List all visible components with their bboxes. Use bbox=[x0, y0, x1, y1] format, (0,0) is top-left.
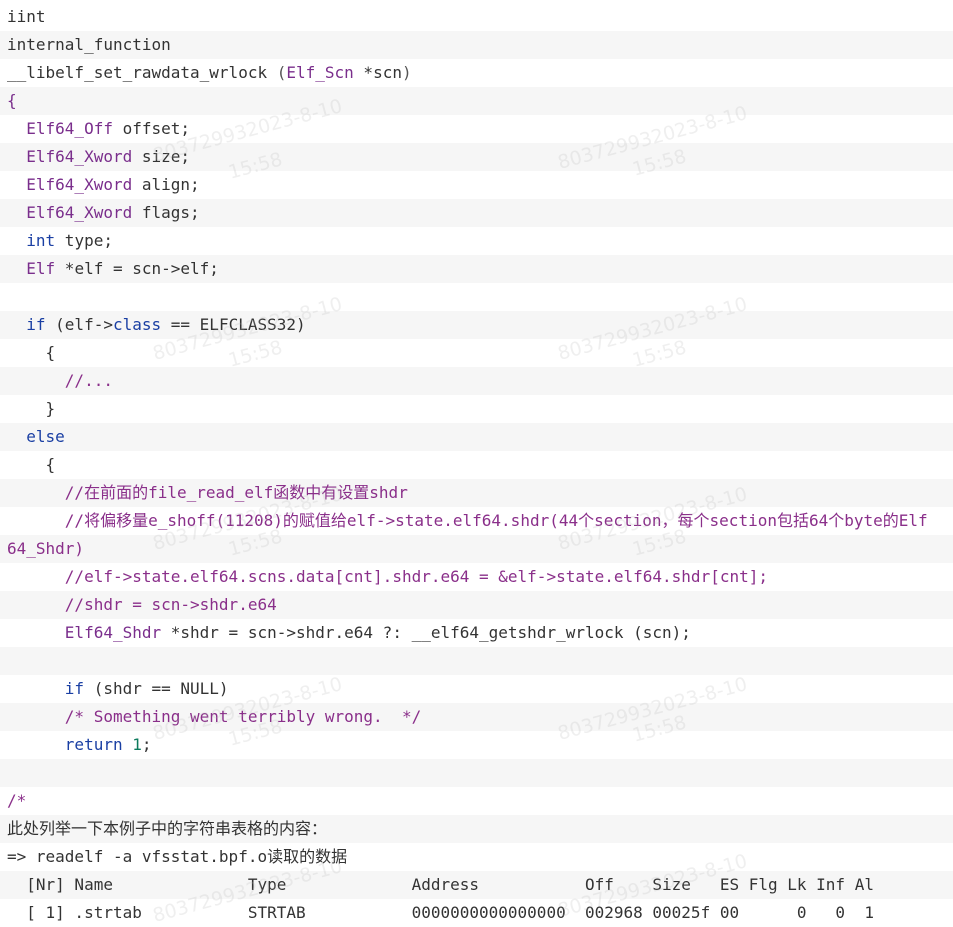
code-line: //将偏移量e_shoff(11208)的赋值给elf->state.elf64… bbox=[0, 507, 953, 535]
code-token: offset; bbox=[112, 119, 191, 138]
code-token: Elf64_Xword bbox=[26, 175, 133, 194]
code-token: internal_function bbox=[7, 35, 171, 54]
code-token: Elf bbox=[26, 259, 56, 278]
code-line: 此处列举一下本例子中的字符串表格的内容： bbox=[0, 815, 953, 843]
code-token: ) bbox=[401, 63, 412, 82]
code-token: else bbox=[26, 427, 65, 446]
code-token: ; bbox=[141, 735, 152, 754]
code-line: { bbox=[0, 87, 953, 115]
code-token: return bbox=[64, 735, 123, 754]
code-token: => readelf -a vfsstat.bpf.o读取的数据 bbox=[7, 847, 348, 866]
code-token: *shdr = scn->shdr.e64 ?: __elf64_getshdr… bbox=[161, 623, 691, 642]
code-token: { bbox=[7, 91, 17, 110]
code-line: __libelf_set_rawdata_wrlock (Elf_Scn *sc… bbox=[0, 59, 953, 87]
code-token: flags; bbox=[132, 203, 200, 222]
code-token: iint bbox=[7, 7, 46, 26]
code-line: } bbox=[0, 395, 953, 423]
code-line: return 1; bbox=[0, 731, 953, 759]
code-token: //... bbox=[64, 371, 113, 390]
code-token: (elf-> bbox=[45, 315, 113, 334]
code-token: 1 bbox=[132, 735, 142, 754]
code-token: { bbox=[7, 455, 56, 474]
code-token: type; bbox=[55, 231, 113, 250]
code-token: == ELFCLASS32) bbox=[161, 315, 306, 334]
code-line: iint bbox=[0, 3, 953, 31]
code-line: internal_function bbox=[0, 31, 953, 59]
code-line: { bbox=[0, 451, 953, 479]
code-token: Elf64_Off bbox=[26, 119, 113, 138]
code-token: align; bbox=[132, 175, 200, 194]
code-line: //... bbox=[0, 367, 953, 395]
code-token: Elf64_Shdr bbox=[64, 623, 162, 642]
code-line: Elf64_Shdr *shdr = scn->shdr.e64 ?: __el… bbox=[0, 619, 953, 647]
code-token: /* Something went terribly wrong. */ bbox=[64, 707, 422, 726]
code-line: Elf64_Xword size; bbox=[0, 143, 953, 171]
code-line: => readelf -a vfsstat.bpf.o读取的数据 bbox=[0, 843, 953, 871]
code-token: Elf64_Xword bbox=[26, 147, 133, 166]
code-token: *scn bbox=[353, 63, 402, 82]
code-token: ( bbox=[276, 63, 287, 82]
code-line: //elf->state.elf64.scns.data[cnt].shdr.e… bbox=[0, 563, 953, 591]
code-token: /* bbox=[7, 791, 27, 810]
code-token: [Nr] Name Type Address Off Size ES Flg L… bbox=[7, 875, 874, 894]
code-line: 64_Shdr) bbox=[0, 535, 953, 563]
code-line: else bbox=[0, 423, 953, 451]
code-line: ​ bbox=[0, 283, 953, 311]
code-token: { bbox=[7, 343, 56, 362]
code-token: 此处列举一下本例子中的字符串表格的内容： bbox=[7, 819, 328, 838]
code-line: ​ bbox=[0, 759, 953, 787]
code-token: Elf_Scn bbox=[286, 63, 354, 82]
code-line: Elf64_Xword flags; bbox=[0, 199, 953, 227]
code-token: //在前面的file_read_elf函数中有设置shdr bbox=[64, 483, 408, 502]
code-line: /* bbox=[0, 787, 953, 815]
code-line: //shdr = scn->shdr.e64 bbox=[0, 591, 953, 619]
code-token: class bbox=[112, 315, 162, 334]
code-token: size; bbox=[132, 147, 191, 166]
code-line: int type; bbox=[0, 227, 953, 255]
code-token: [ 1] .strtab STRTAB 0000000000000000 002… bbox=[7, 903, 874, 922]
code-token: if bbox=[64, 679, 85, 698]
code-token: 64_Shdr) bbox=[7, 539, 85, 558]
code-line: if (shdr == NULL) bbox=[0, 675, 953, 703]
code-line: Elf64_Off offset; bbox=[0, 115, 953, 143]
code-line: if (elf->class == ELFCLASS32) bbox=[0, 311, 953, 339]
code-block: iint internal_function __libelf_set_rawdat… bbox=[0, 3, 953, 927]
code-line: /* Something went terribly wrong. */ bbox=[0, 703, 953, 731]
code-line: Elf64_Xword align; bbox=[0, 171, 953, 199]
code-token: (shdr == NULL) bbox=[84, 679, 229, 698]
code-line: ​ bbox=[0, 647, 953, 675]
code-line: //在前面的file_read_elf函数中有设置shdr bbox=[0, 479, 953, 507]
code-token: } bbox=[7, 399, 56, 418]
code-token: *elf = scn->elf; bbox=[55, 259, 219, 278]
code-line: { bbox=[0, 339, 953, 367]
code-token: //elf->state.elf64.scns.data[cnt].shdr.e… bbox=[64, 567, 768, 586]
code-token: //shdr = scn->shdr.e64 bbox=[64, 595, 277, 614]
code-token: __libelf_set_rawdata_wrlock bbox=[7, 63, 277, 82]
code-line: [Nr] Name Type Address Off Size ES Flg L… bbox=[0, 871, 953, 899]
code-token: //将偏移量e_shoff(11208)的赋值给elf->state.elf64… bbox=[64, 511, 928, 530]
code-token: int bbox=[26, 231, 56, 250]
code-token: Elf64_Xword bbox=[26, 203, 133, 222]
code-token: if bbox=[26, 315, 46, 334]
code-line: Elf *elf = scn->elf; bbox=[0, 255, 953, 283]
